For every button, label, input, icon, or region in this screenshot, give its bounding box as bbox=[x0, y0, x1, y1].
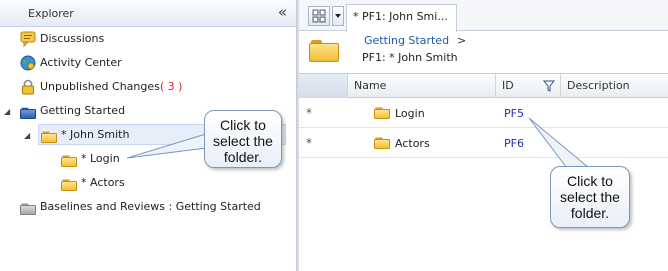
callout-left: Click to select the folder. bbox=[204, 110, 282, 168]
content-panel: * PF1: John Smi... Getting Started > PF1… bbox=[299, 0, 668, 271]
explorer-panel: Explorer « Discussions Activity Center U… bbox=[0, 0, 297, 271]
callout-text: Click to select the folder. bbox=[213, 117, 273, 165]
callout-right: Click to select the folder. bbox=[550, 166, 630, 228]
callout-pointer bbox=[528, 117, 591, 169]
callout-text: Click to select the folder. bbox=[560, 173, 620, 221]
